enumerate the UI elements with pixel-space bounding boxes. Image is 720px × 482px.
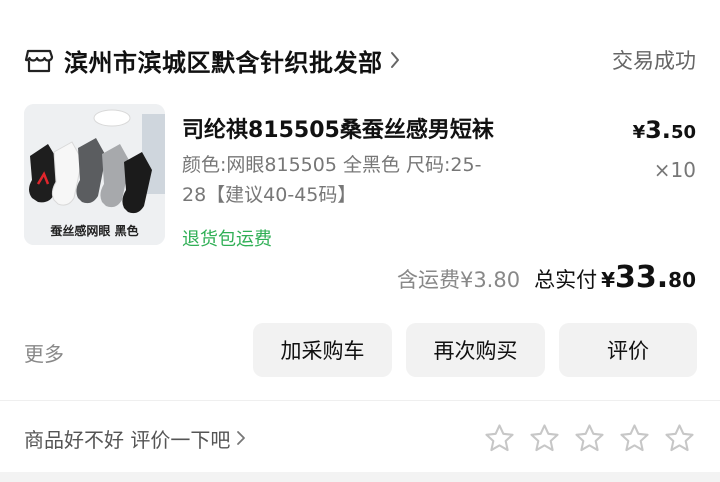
product-title[interactable]: 司纶祺815505桑蚕丝感男短袜 bbox=[182, 112, 494, 144]
star-icon[interactable] bbox=[618, 422, 651, 455]
total-integer: 33. bbox=[615, 260, 669, 295]
divider bbox=[0, 400, 720, 401]
star-icon[interactable] bbox=[483, 422, 516, 455]
product-spec: 颜色:网眼815505 全黑色 尺码:25-28【建议40-45码】 bbox=[182, 154, 482, 206]
star-icon[interactable] bbox=[528, 422, 561, 455]
rating-row[interactable]: 商品好不好 评价一下吧 bbox=[24, 420, 696, 456]
store-icon bbox=[24, 49, 54, 73]
total-label: 总实付 bbox=[534, 268, 598, 292]
order-status: 交易成功 bbox=[612, 49, 696, 73]
add-to-cart-button[interactable]: 加采购车 bbox=[253, 323, 392, 377]
bottom-separator bbox=[0, 472, 720, 482]
review-button[interactable]: 评价 bbox=[559, 323, 697, 377]
shop-name: 滨州市滨城区默含针织批发部 bbox=[64, 48, 383, 77]
quantity: ×10 bbox=[653, 158, 696, 182]
shipping-fee: 含运费¥3.80 bbox=[396, 268, 521, 292]
buy-again-button[interactable]: 再次购买 bbox=[406, 323, 545, 377]
chevron-right-icon bbox=[390, 52, 399, 68]
order-totals: 含运费¥3.80 总实付 ¥33. 80 bbox=[397, 260, 696, 295]
more-button[interactable]: 更多 bbox=[24, 338, 64, 367]
order-card: 滨州市滨城区默含针织批发部 交易成功 蚕丝感网眼 黑色 司纶祺815505桑蚕丝… bbox=[0, 0, 720, 400]
shop-header[interactable]: 滨州市滨城区默含针织批发部 交易成功 bbox=[24, 40, 696, 80]
product-image[interactable]: 蚕丝感网眼 黑色 bbox=[24, 104, 165, 245]
star-icon[interactable] bbox=[573, 422, 606, 455]
price-integer: 3. bbox=[645, 116, 671, 144]
price-currency: ¥ bbox=[632, 122, 646, 143]
star-rating bbox=[483, 422, 696, 455]
price-decimal: 50 bbox=[670, 122, 696, 143]
chevron-right-icon bbox=[237, 431, 246, 445]
rating-prompt: 商品好不好 评价一下吧 bbox=[24, 427, 231, 452]
star-icon[interactable] bbox=[663, 422, 696, 455]
return-shipping-tag: 退货包运费 bbox=[182, 229, 272, 250]
total-decimal: 80 bbox=[668, 268, 696, 292]
total-currency: ¥ bbox=[601, 268, 615, 292]
unit-price: ¥3.50 bbox=[633, 116, 696, 144]
image-caption: 蚕丝感网眼 黑色 bbox=[50, 224, 139, 238]
